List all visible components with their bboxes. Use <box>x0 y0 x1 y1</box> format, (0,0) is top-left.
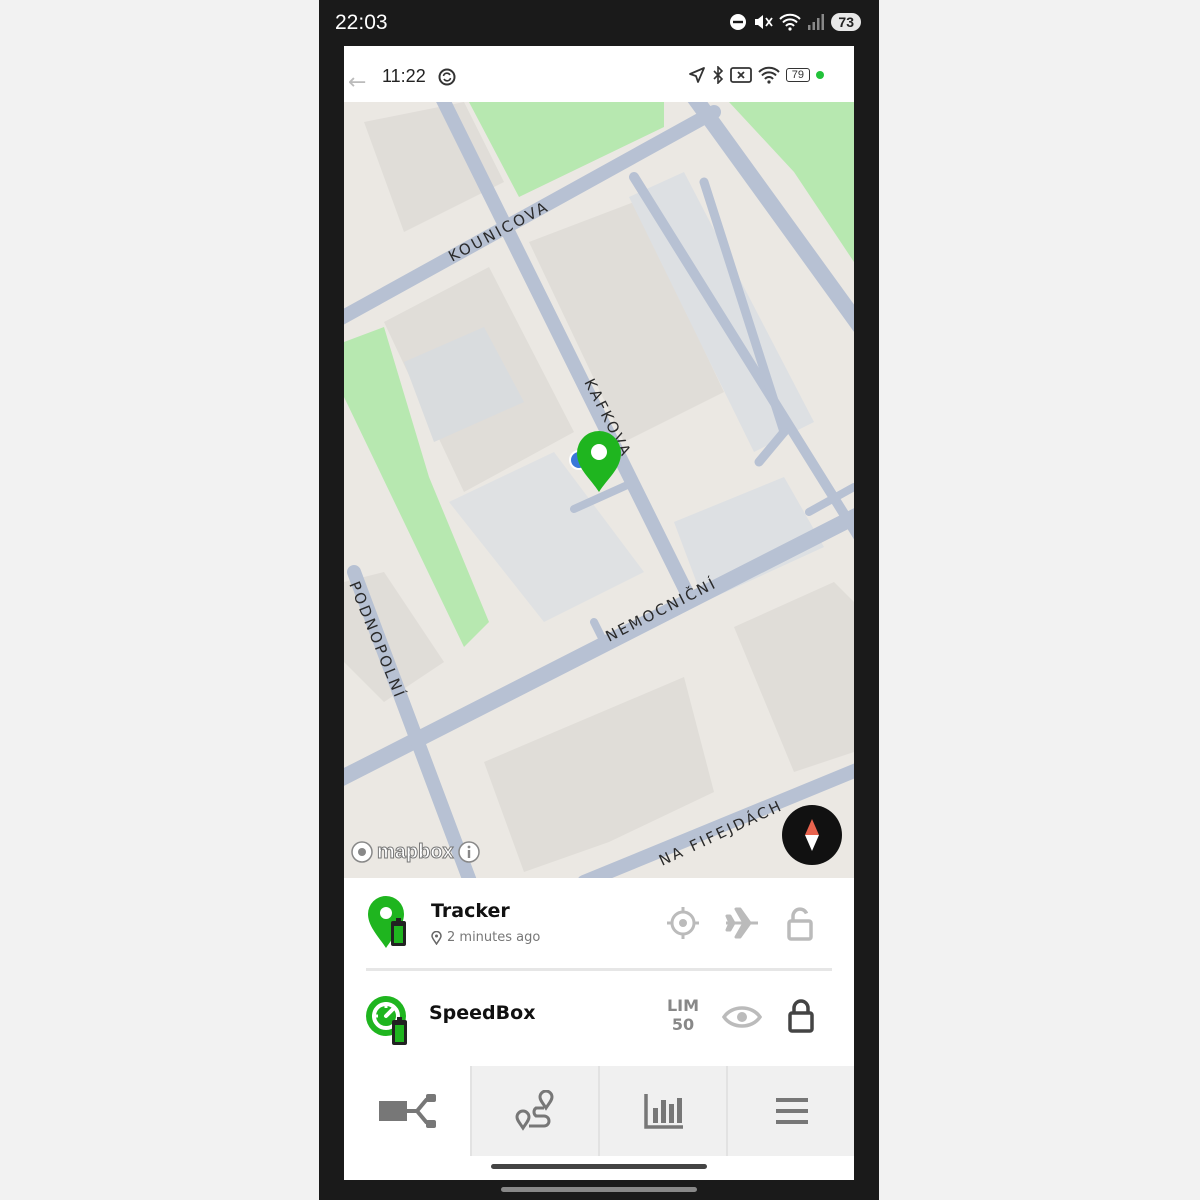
recorded-battery: 79 <box>785 68 810 82</box>
home-indicator-inner[interactable] <box>491 1164 707 1169</box>
tab-menu[interactable] <box>728 1066 854 1156</box>
map-canvas: KOUNICOVA KAFKOVA NEMOCNIČNÍ NA FIFEJDÁC… <box>344 102 854 878</box>
location-arrow-icon <box>688 67 705 83</box>
no-sim-icon <box>729 67 752 83</box>
wifi-icon <box>779 13 802 31</box>
mapbox-logo-icon <box>351 841 373 863</box>
device-panel: Tracker 2 minutes ago SpeedBox LIM 50 <box>344 878 854 1066</box>
airplane-icon[interactable] <box>724 906 760 940</box>
compass-icon <box>805 819 819 851</box>
back-arrow-icon[interactable]: ← <box>348 70 366 95</box>
bottom-tab-bar <box>344 1066 854 1156</box>
mapbox-wordmark: mapbox <box>377 840 455 863</box>
tab-routes[interactable] <box>472 1066 600 1156</box>
last-seen-text: 2 minutes ago <box>447 930 541 945</box>
system-status-bar: 22:03 73 <box>319 0 879 46</box>
devices-connect-icon <box>378 1094 436 1128</box>
mute-icon <box>755 15 774 29</box>
mapbox-attribution[interactable]: mapbox <box>350 840 481 864</box>
bluetooth-icon <box>713 66 723 84</box>
location-pin-icon <box>431 930 442 945</box>
wifi-icon-inner <box>758 66 780 84</box>
do-not-disturb-icon <box>730 14 747 30</box>
speedbox-battery-icon <box>366 996 407 1045</box>
hamburger-menu-icon <box>775 1098 808 1124</box>
home-indicator[interactable] <box>501 1187 697 1192</box>
system-clock: 22:03 <box>335 11 388 34</box>
unlock-icon[interactable] <box>786 906 814 942</box>
device-divider <box>366 968 832 971</box>
tab-devices[interactable] <box>344 1066 472 1156</box>
lock-icon[interactable] <box>788 998 814 1034</box>
speed-limit-label: LIM <box>666 996 700 1015</box>
recorded-status-icons: 79 <box>688 66 824 84</box>
bar-chart-icon <box>644 1094 683 1129</box>
app-screen: ← 11:22 79 KOUNICOVA KAFKOVA NEMOCNIČNÍ … <box>344 46 854 1180</box>
system-battery: 73 <box>831 13 861 31</box>
sync-icon <box>438 68 456 86</box>
map-view[interactable]: KOUNICOVA KAFKOVA NEMOCNIČNÍ NA FIFEJDÁC… <box>344 102 854 878</box>
info-icon[interactable] <box>457 840 481 864</box>
eye-icon[interactable] <box>722 1002 762 1032</box>
device-last-seen: 2 minutes ago <box>431 930 540 945</box>
tab-stats[interactable] <box>600 1066 728 1156</box>
device-row-tracker[interactable]: Tracker 2 minutes ago <box>344 878 854 968</box>
route-icon <box>515 1090 554 1131</box>
map-pin-battery-icon <box>368 896 406 948</box>
device-name-tracker: Tracker <box>431 900 510 922</box>
compass-button[interactable] <box>782 805 842 865</box>
recorded-clock: 11:22 <box>382 66 426 86</box>
status-dot <box>816 71 824 79</box>
crosshair-icon[interactable] <box>666 906 700 940</box>
system-status-icons: 73 <box>729 13 861 31</box>
device-name-speedbox: SpeedBox <box>429 1002 536 1024</box>
signal-icon <box>808 14 825 30</box>
speed-limit-value: 50 <box>671 1015 695 1034</box>
recorded-status-bar: ← 11:22 79 <box>344 46 854 102</box>
speed-limit-badge[interactable]: LIM 50 <box>666 996 700 1034</box>
phone-frame: 22:03 73 ← 11:22 79 KOUNICOVA KAFKOVA NE… <box>319 0 879 1200</box>
device-row-speedbox[interactable]: SpeedBox LIM 50 <box>344 976 854 1066</box>
